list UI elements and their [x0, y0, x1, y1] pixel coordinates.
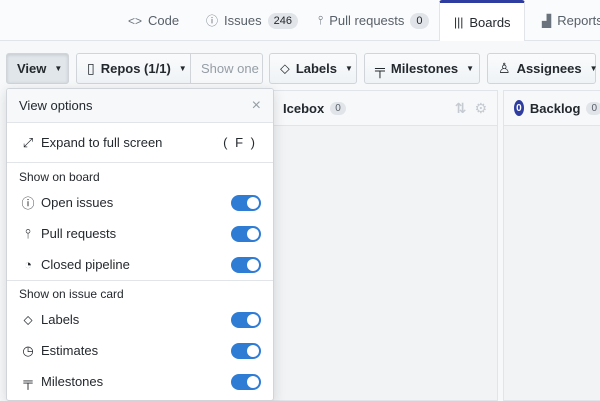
assignees-filter-button[interactable]: ♙ Assignees ▼ — [487, 53, 598, 84]
option-closed-pipeline[interactable]: ◔ Closed pipeline — [7, 249, 273, 280]
show-on-board-heading: Show on board — [19, 170, 100, 184]
git-pull-request-icon: ⫯ — [318, 13, 324, 27]
option-open-issues[interactable]: ⓘ Open issues — [7, 187, 273, 218]
option-estimates[interactable]: ◷ Estimates — [7, 335, 273, 366]
show-one-label: Show one — [201, 61, 259, 76]
git-pull-request-icon: ⫯ — [25, 225, 31, 241]
caret-down-icon: ▼ — [54, 64, 63, 73]
expand-full-screen-option[interactable]: ⤢ Expand to full screen ( F ) — [7, 123, 273, 163]
repos-button-label: Repos (1/1) — [100, 61, 171, 76]
tab-boards-label: Boards — [469, 14, 511, 30]
tag-icon: ⬦ — [280, 60, 290, 76]
estimates-toggle[interactable] — [231, 342, 261, 359]
caret-down-icon: ▼ — [178, 64, 187, 73]
tab-code-label: Code — [148, 13, 180, 28]
labels-filter-button[interactable]: ⬦ Labels ▼ — [269, 53, 357, 84]
closed-pipeline-icon: ◔ — [24, 257, 32, 272]
issues-counter: 246 — [267, 12, 298, 29]
code-icon: <> — [128, 13, 143, 28]
expand-label: Expand to full screen — [41, 135, 163, 150]
view-options-title: View options — [19, 98, 93, 113]
tab-issues-label: Issues — [224, 13, 262, 28]
estimate-icon: ◷ — [22, 342, 34, 358]
repo-icon: ▯ — [87, 60, 95, 76]
sort-icon[interactable]: ⇅ — [455, 100, 467, 117]
tab-code[interactable]: <> Code — [114, 0, 193, 41]
caret-down-icon: ▼ — [589, 64, 598, 73]
open-issues-toggle[interactable] — [231, 194, 261, 211]
close-icon[interactable]: × — [252, 97, 261, 115]
tab-boards[interactable]: ||| Boards — [439, 0, 525, 42]
show-one-button[interactable]: Show one — [190, 53, 263, 84]
boards-icon: ||| — [454, 15, 464, 29]
issue-opened-icon: ⓘ — [21, 196, 35, 211]
pull-requests-toggle[interactable] — [231, 225, 261, 242]
milestone-icon: ╤ — [23, 374, 33, 389]
keyboard-shortcut: ( F ) — [223, 135, 257, 150]
pipeline-count: 0 — [586, 101, 600, 115]
option-pull-requests[interactable]: ⫯ Pull requests — [7, 218, 273, 249]
caret-down-icon: ▼ — [466, 64, 475, 73]
option-label: Closed pipeline — [41, 257, 130, 272]
option-label: Open issues — [41, 195, 114, 210]
tab-issues[interactable]: ⓘ Issues 246 — [192, 0, 312, 41]
caret-down-icon: ▼ — [345, 64, 353, 73]
labels-toggle[interactable] — [231, 311, 261, 328]
gear-icon[interactable]: ⚙ — [474, 100, 487, 117]
closed-pipeline-toggle[interactable] — [231, 256, 261, 273]
tab-reports-label: Reports — [557, 13, 600, 28]
repo-tab-bar: <> Code ⓘ Issues 246 ⫯ Pull requests 0 |… — [0, 0, 600, 42]
expand-icon: ⤢ — [22, 134, 34, 150]
pipeline-column-backlog: 0 Backlog 0 — [503, 90, 600, 401]
view-options-panel: View options × ⤢ Expand to full screen (… — [6, 88, 274, 401]
pipeline-header-backlog: 0 Backlog 0 — [504, 91, 600, 126]
pipeline-count: 0 — [330, 101, 346, 115]
view-options-header: View options × — [7, 89, 273, 123]
assignees-filter-label: Assignees — [516, 61, 582, 76]
person-icon: ♙ — [498, 60, 511, 76]
view-button[interactable]: View ▼ — [6, 53, 69, 84]
pipeline-name: Backlog — [529, 100, 581, 116]
tab-reports[interactable]: ▟ Reports — [528, 0, 600, 41]
option-label: Estimates — [41, 343, 99, 358]
pipeline-badge: 0 — [514, 100, 524, 116]
pipeline-header-icebox: Icebox 0 ⇅ ⚙ — [261, 91, 497, 126]
show-on-issue-card-heading: Show on issue card — [7, 280, 273, 304]
labels-filter-label: Labels — [295, 61, 337, 76]
pipeline-name: Icebox — [283, 100, 325, 116]
pipeline-actions: ⇅ ⚙ — [455, 100, 487, 117]
option-label: Labels — [41, 312, 80, 327]
option-labels[interactable]: ⬦ Labels — [7, 304, 273, 335]
milestones-toggle[interactable] — [231, 373, 261, 390]
tag-icon: ⬦ — [23, 311, 33, 327]
board-toolbar: View ▼ ▯ Repos (1/1) ▼ Show one ⬦ Labels… — [0, 41, 600, 90]
tab-pull-requests-label: Pull requests — [329, 13, 405, 28]
milestone-icon: ╤ — [375, 60, 385, 77]
graph-icon: ▟ — [542, 13, 552, 28]
option-label: Pull requests — [41, 226, 117, 241]
tab-pull-requests[interactable]: ⫯ Pull requests 0 — [304, 0, 443, 41]
pipeline-column-icebox: Icebox 0 ⇅ ⚙ — [260, 90, 498, 401]
milestones-filter-label: Milestones — [390, 61, 459, 76]
option-label: Milestones — [41, 374, 104, 389]
issue-opened-icon: ⓘ — [206, 14, 219, 28]
pull-requests-counter: 0 — [410, 12, 429, 29]
repos-button[interactable]: ▯ Repos (1/1) ▼ — [76, 53, 191, 84]
view-button-label: View — [17, 61, 47, 76]
milestones-filter-button[interactable]: ╤ Milestones ▼ — [364, 53, 480, 84]
option-milestones[interactable]: ╤ Milestones — [7, 366, 273, 397]
